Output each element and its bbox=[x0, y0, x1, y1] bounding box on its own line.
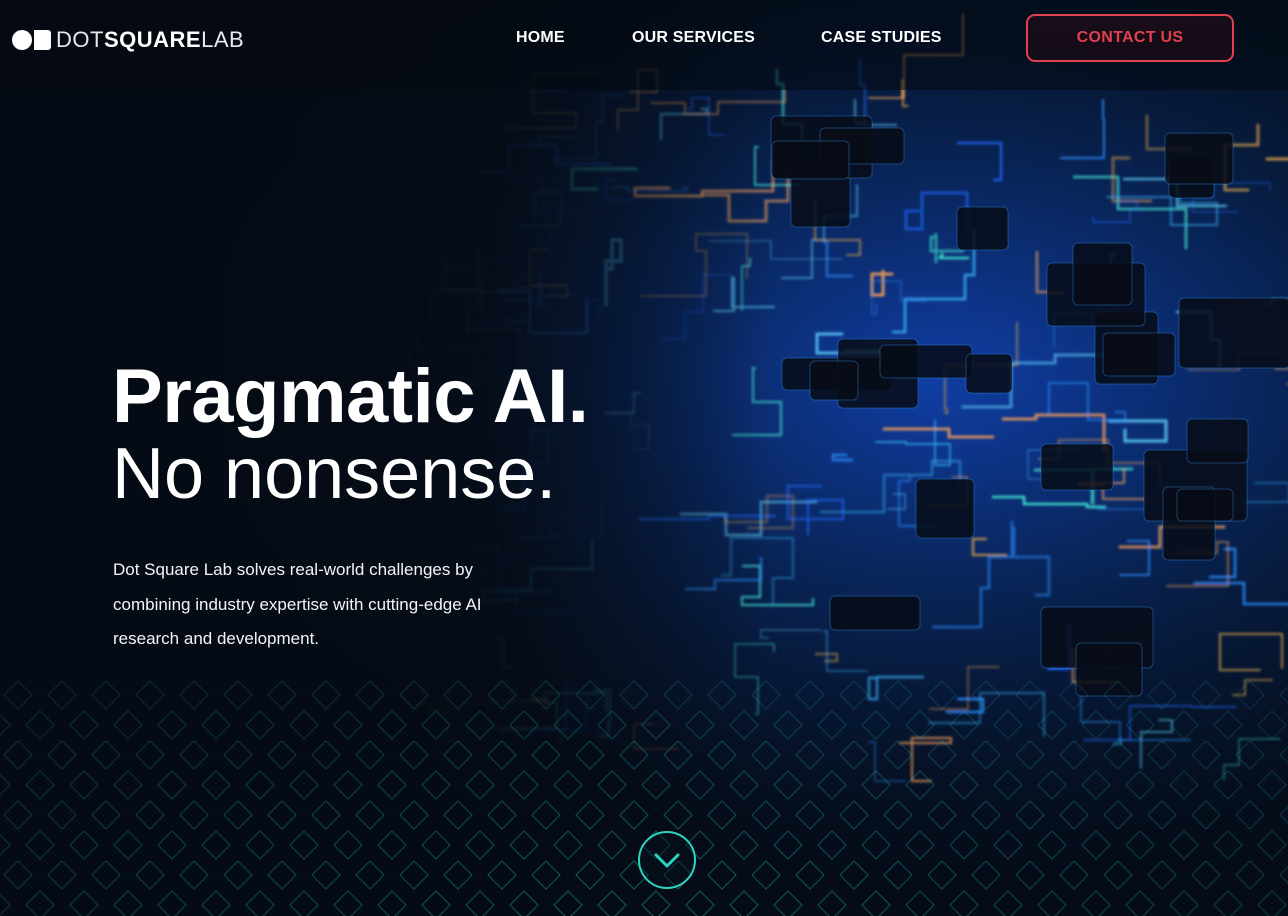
logo-mark-icon bbox=[12, 30, 51, 50]
brand-logo[interactable]: DOTSQUARELAB bbox=[12, 28, 244, 52]
scroll-down-button[interactable] bbox=[638, 831, 696, 889]
nav-our-services[interactable]: OUR SERVICES bbox=[632, 29, 755, 47]
hero-title: Pragmatic AI. No nonsense. bbox=[112, 354, 589, 514]
logo-wordmark: DOTSQUARELAB bbox=[56, 27, 245, 52]
chevron-down-icon bbox=[654, 853, 680, 868]
nav-case-studies[interactable]: CASE STUDIES bbox=[821, 29, 942, 47]
site-header: DOTSQUARELAB HOME OUR SERVICES CASE STUD… bbox=[0, 0, 1288, 80]
hero-title-line2: No nonsense. bbox=[112, 434, 557, 514]
nav-home[interactable]: HOME bbox=[516, 29, 565, 47]
hero-title-line1: Pragmatic AI. bbox=[112, 354, 589, 439]
hero-description: Dot Square Lab solves real-world challen… bbox=[113, 560, 482, 648]
page: DOTSQUARELAB HOME OUR SERVICES CASE STUD… bbox=[0, 0, 1288, 916]
contact-us-button[interactable]: CONTACT US bbox=[1026, 14, 1234, 62]
